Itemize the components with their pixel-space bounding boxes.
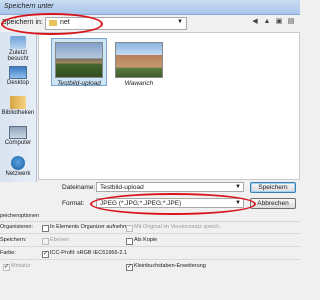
version-set-checkbox[interactable]: [126, 225, 133, 232]
cancel-button[interactable]: Abbrechen: [250, 198, 296, 209]
back-icon[interactable]: ◀: [250, 17, 260, 27]
as-copy-checkbox[interactable]: [126, 238, 133, 245]
up-folder-icon[interactable]: ▲: [262, 17, 272, 27]
save-in-value: net: [60, 19, 70, 26]
organizer-checkbox[interactable]: [42, 225, 49, 232]
view-menu-icon[interactable]: ▤: [286, 17, 296, 27]
chevron-down-icon[interactable]: ▼: [177, 19, 183, 25]
save-in-dropdown[interactable]: net ▼: [45, 17, 187, 30]
file-name: Wawarich: [124, 80, 154, 87]
filename-field[interactable]: Testbild-upload ▼: [96, 182, 244, 192]
format-select[interactable]: JPEG (*.JPG;*.JPEG;*.JPE) ▼: [96, 198, 244, 208]
as-copy-checkbox-label: Als Kopie: [134, 237, 158, 243]
network-icon: [11, 156, 25, 170]
icc-profile-checkbox[interactable]: [42, 250, 49, 258]
icc-profile-checkbox-label: ICC-Profil: sRGB IEC61966-2.1: [50, 250, 128, 256]
image-thumbnail: [115, 42, 163, 78]
chevron-down-icon[interactable]: ▼: [235, 199, 241, 208]
recent-places-icon: [10, 36, 26, 49]
place-recent[interactable]: Zuletzt besucht: [0, 36, 36, 62]
places-sidebar: Zuletzt besucht Desktop Bibliotheken Com…: [0, 32, 37, 182]
file-name: Testbild-upload: [57, 80, 101, 87]
save-button[interactable]: Speichern: [250, 182, 296, 193]
file-thumbnail-frame: Wawarich: [111, 38, 167, 87]
thumbnail-checkbox-label: Miniatur: [11, 263, 31, 269]
place-network[interactable]: Netzwerk: [0, 156, 36, 177]
window-title: Speichern unter: [4, 3, 54, 10]
file-item[interactable]: Wawarich: [111, 38, 167, 87]
place-libraries[interactable]: Bibliotheken: [0, 96, 36, 116]
title-bar: Speichern unter: [0, 0, 300, 15]
libraries-icon: [10, 96, 26, 109]
place-label: Computer: [4, 140, 32, 146]
layers-checkbox-label: Ebenen: [50, 237, 69, 243]
desktop-icon: [9, 66, 27, 79]
divider: [0, 259, 300, 260]
new-folder-icon[interactable]: ▣: [274, 17, 284, 27]
file-thumbnail-frame: Testbild-upload: [51, 38, 107, 87]
organizer-checkbox-label: In Elements Organizer aufnehm.: [50, 224, 130, 230]
organize-label: Organisieren:: [0, 224, 34, 230]
thumbnail-checkbox[interactable]: [3, 263, 10, 271]
filename-label: Dateiname:: [62, 184, 96, 191]
layers-checkbox[interactable]: [42, 238, 49, 245]
place-computer[interactable]: Computer: [0, 126, 36, 146]
place-label: Netzwerk: [5, 171, 31, 177]
image-thumbnail: [55, 42, 103, 78]
divider: [0, 233, 300, 234]
format-label: Format:: [62, 200, 85, 207]
computer-icon: [9, 126, 27, 139]
file-item[interactable]: Testbild-upload: [51, 38, 107, 87]
save-in-label: Speichern in:: [2, 19, 43, 26]
lowercase-extension-checkbox-label: Kleinbuchstaben-Erweiterung: [134, 263, 206, 269]
lowercase-extension-checkbox[interactable]: [126, 263, 133, 271]
place-label: Zuletzt besucht: [7, 50, 29, 62]
chevron-down-icon[interactable]: ▼: [235, 183, 241, 192]
save-label: Speichern:: [0, 237, 27, 243]
version-set-checkbox-label: Mit Original im Versionssatz speich.: [134, 224, 221, 230]
save-options-heading: peicheroptionen: [0, 213, 40, 219]
save-options-panel: peicheroptionen Organisieren: In Element…: [0, 210, 300, 300]
file-list[interactable]: Testbild-upload Wawarich: [38, 32, 300, 180]
navigation-toolbar: ◀ ▲ ▣ ▤: [250, 17, 298, 28]
color-label: Farbe:: [0, 250, 16, 256]
place-desktop[interactable]: Desktop: [0, 66, 36, 86]
format-value: JPEG (*.JPG;*.JPEG;*.JPE): [100, 200, 182, 207]
filename-value: Testbild-upload: [100, 184, 144, 191]
divider: [0, 246, 300, 247]
place-label: Bibliotheken: [1, 110, 35, 116]
divider: [0, 221, 300, 222]
folder-icon: [49, 20, 57, 26]
place-label: Desktop: [6, 80, 29, 86]
